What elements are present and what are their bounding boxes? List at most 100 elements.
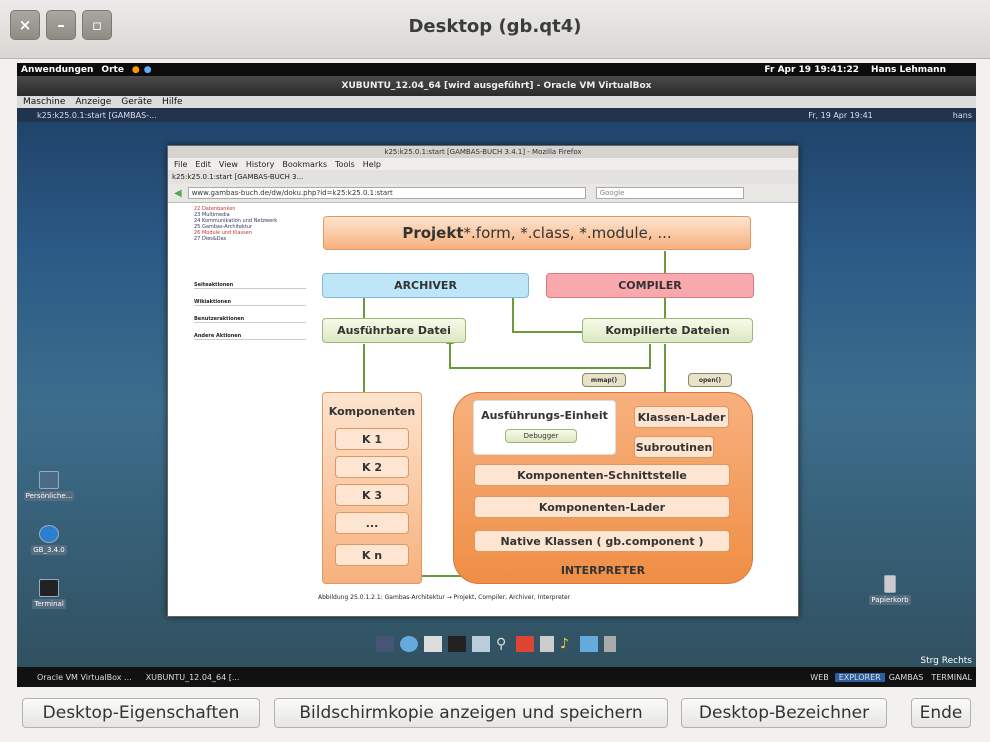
apps-menu[interactable]: Anwendungen	[21, 65, 93, 75]
taskbar-xubuntu[interactable]: XUBUNTU_12.04_64 [...	[146, 673, 240, 682]
host-top-panel: Anwendungen Orte ● ● Fr Apr 19 19:41:22 …	[17, 63, 976, 76]
vbox-titlebar: XUBUNTU_12.04_64 [wird ausgeführt] - Ora…	[17, 76, 976, 96]
host-user[interactable]: Hans Lehmann	[871, 65, 946, 75]
dock-folder-icon[interactable]	[580, 636, 598, 652]
projekt-files: *.form, *.class, *.module, ...	[463, 224, 672, 242]
interpreter-label: INTERPRETER	[560, 564, 646, 577]
ausfuehrungs-label: Ausführungs-Einheit	[481, 409, 608, 422]
launcher-icon[interactable]: ●	[144, 65, 152, 75]
archiver-box: ARCHIVER	[322, 273, 529, 298]
dock-mail-icon[interactable]	[424, 636, 442, 652]
kdots-box: ...	[335, 512, 409, 534]
dock-terminal-icon[interactable]	[448, 636, 466, 652]
open-label: open()	[698, 376, 722, 384]
guest-task[interactable]: k25:k25.0.1:start [GAMBAS-...	[37, 111, 157, 120]
kompilierte-label: Kompilierte Dateien	[605, 324, 730, 337]
kdots-label: ...	[365, 516, 379, 530]
ende-button[interactable]: Ende	[911, 698, 971, 728]
vbox-menu-maschine[interactable]: Maschine	[23, 97, 65, 107]
taskbar-vbox[interactable]: Oracle VM VirtualBox ...	[37, 673, 132, 682]
native-label: Native Klassen ( gb.component )	[500, 534, 704, 548]
k2-label: K 2	[361, 460, 382, 474]
firefox-window: k25:k25.0.1:start [GAMBAS-BUCH 3.4.1] - …	[167, 145, 799, 617]
compiler-label: COMPILER	[618, 279, 682, 292]
tab-web[interactable]: WEB	[804, 673, 834, 682]
firefox-icon[interactable]: ●	[132, 65, 140, 75]
k1-label: K 1	[361, 432, 382, 446]
tab-gambas[interactable]: GAMBAS	[885, 673, 928, 682]
window-titlebar: × – ▫ Desktop (gb.qt4)	[0, 0, 990, 59]
archiver-label: ARCHIVER	[394, 279, 457, 292]
vbox-menu-geraete[interactable]: Geräte	[121, 97, 152, 107]
debugger-label: Debugger	[523, 432, 559, 440]
komponenten-label: Komponenten	[328, 405, 416, 418]
dock-monitor-icon[interactable]	[376, 636, 394, 652]
mmap-label-box: mmap()	[582, 373, 626, 387]
terminal-label: Terminal	[32, 599, 66, 609]
disc-icon	[39, 525, 59, 543]
projekt-label: Projekt	[402, 224, 464, 242]
dock-settings-icon[interactable]	[472, 636, 490, 652]
projekt-box: Projekt *.form, *.class, *.module, ...	[323, 216, 751, 250]
bottom-panel: Oracle VM VirtualBox ... XUBUNTU_12.04_6…	[17, 667, 976, 687]
button-row: Desktop-Eigenschaften Bildschirmkopie an…	[0, 694, 990, 742]
dock-app-icon[interactable]	[516, 636, 534, 652]
k3-label: K 3	[361, 488, 382, 502]
dock-search-icon[interactable]: ⚲	[496, 636, 510, 652]
places-menu[interactable]: Orte	[101, 65, 124, 75]
dock: ⚲ ♪	[335, 633, 657, 655]
gb-label: GB_3.4.0	[31, 545, 67, 555]
vbox-menu-anzeige[interactable]: Anzeige	[75, 97, 111, 107]
desktop-icon-terminal[interactable]: Terminal	[19, 579, 79, 609]
kompilierte-box: Kompilierte Dateien	[582, 318, 753, 343]
desktop-icon-gb[interactable]: GB_3.4.0	[19, 525, 79, 555]
subroutinen-box: Subroutinen	[634, 436, 714, 458]
native-box: Native Klassen ( gb.component )	[474, 530, 730, 552]
terminal-icon	[39, 579, 59, 597]
komplader-label: Komponenten-Lader	[538, 500, 666, 514]
dock-music-icon[interactable]: ♪	[560, 636, 574, 652]
guest-user[interactable]: hans	[953, 111, 972, 120]
window-title: Desktop (gb.qt4)	[408, 16, 582, 37]
tab-explorer[interactable]: EXPLORER	[834, 672, 885, 682]
mmap-label: mmap()	[590, 376, 618, 384]
guest-clock: Fr, 19 Apr 19:41	[808, 110, 873, 120]
desktop-screenshot: Anwendungen Orte ● ● Fr Apr 19 19:41:22 …	[17, 63, 976, 687]
ausfuehrbare-box: Ausführbare Datei	[322, 318, 466, 343]
dock-editor-icon[interactable]	[540, 636, 554, 652]
tab-terminal[interactable]: TERMINAL	[927, 673, 976, 682]
desktop-eigenschaften-button[interactable]: Desktop-Eigenschaften	[22, 698, 260, 728]
guest-top-panel: k25:k25.0.1:start [GAMBAS-... Fr, 19 Apr…	[17, 108, 976, 122]
kn-label: K n	[361, 548, 383, 562]
kn-box: K n	[335, 544, 409, 566]
klassenlader-box: Klassen-Lader	[634, 406, 729, 428]
bildschirmkopie-button[interactable]: Bildschirmkopie anzeigen und speichern	[274, 698, 668, 728]
open-label-box: open()	[688, 373, 732, 387]
klassenlader-label: Klassen-Lader	[637, 410, 726, 424]
desktop-bezeichner-button[interactable]: Desktop-Bezeichner	[681, 698, 887, 728]
figure-caption: Abbildung 25.0.1.2.1: Gambas-Architektur…	[318, 594, 571, 601]
desktop-icon-trash[interactable]: Papierkorb	[860, 575, 920, 605]
k1-box: K 1	[335, 428, 409, 450]
compiler-box: COMPILER	[546, 273, 754, 298]
desktop-icon-home[interactable]: Persönliche...	[19, 471, 79, 501]
debugger-box: Debugger	[505, 429, 577, 443]
ausfuehrbare-label: Ausführbare Datei	[337, 324, 451, 337]
tray-strip: Strg Rechts	[17, 655, 976, 667]
trash-label: Papierkorb	[869, 595, 911, 605]
schnittstelle-label: Komponenten-Schnittstelle	[517, 468, 687, 482]
strg-label: Strg Rechts	[920, 656, 972, 666]
k2-box: K 2	[335, 456, 409, 478]
dock-trash-icon[interactable]	[604, 636, 616, 652]
dock-globe-icon[interactable]	[400, 636, 418, 652]
schnittstelle-box: Komponenten-Schnittstelle	[474, 464, 730, 486]
home-label: Persönliche...	[23, 491, 75, 501]
host-clock: Fr Apr 19 19:41:22	[764, 64, 859, 75]
ausfuehrungs-box: Ausführungs-Einheit	[473, 400, 616, 455]
subroutinen-label: Subroutinen	[635, 440, 713, 454]
vbox-menubar: Maschine Anzeige Geräte Hilfe	[17, 96, 976, 108]
k3-box: K 3	[335, 484, 409, 506]
vbox-menu-hilfe[interactable]: Hilfe	[162, 97, 182, 107]
folder-icon	[39, 471, 59, 489]
trash-icon	[884, 575, 896, 593]
